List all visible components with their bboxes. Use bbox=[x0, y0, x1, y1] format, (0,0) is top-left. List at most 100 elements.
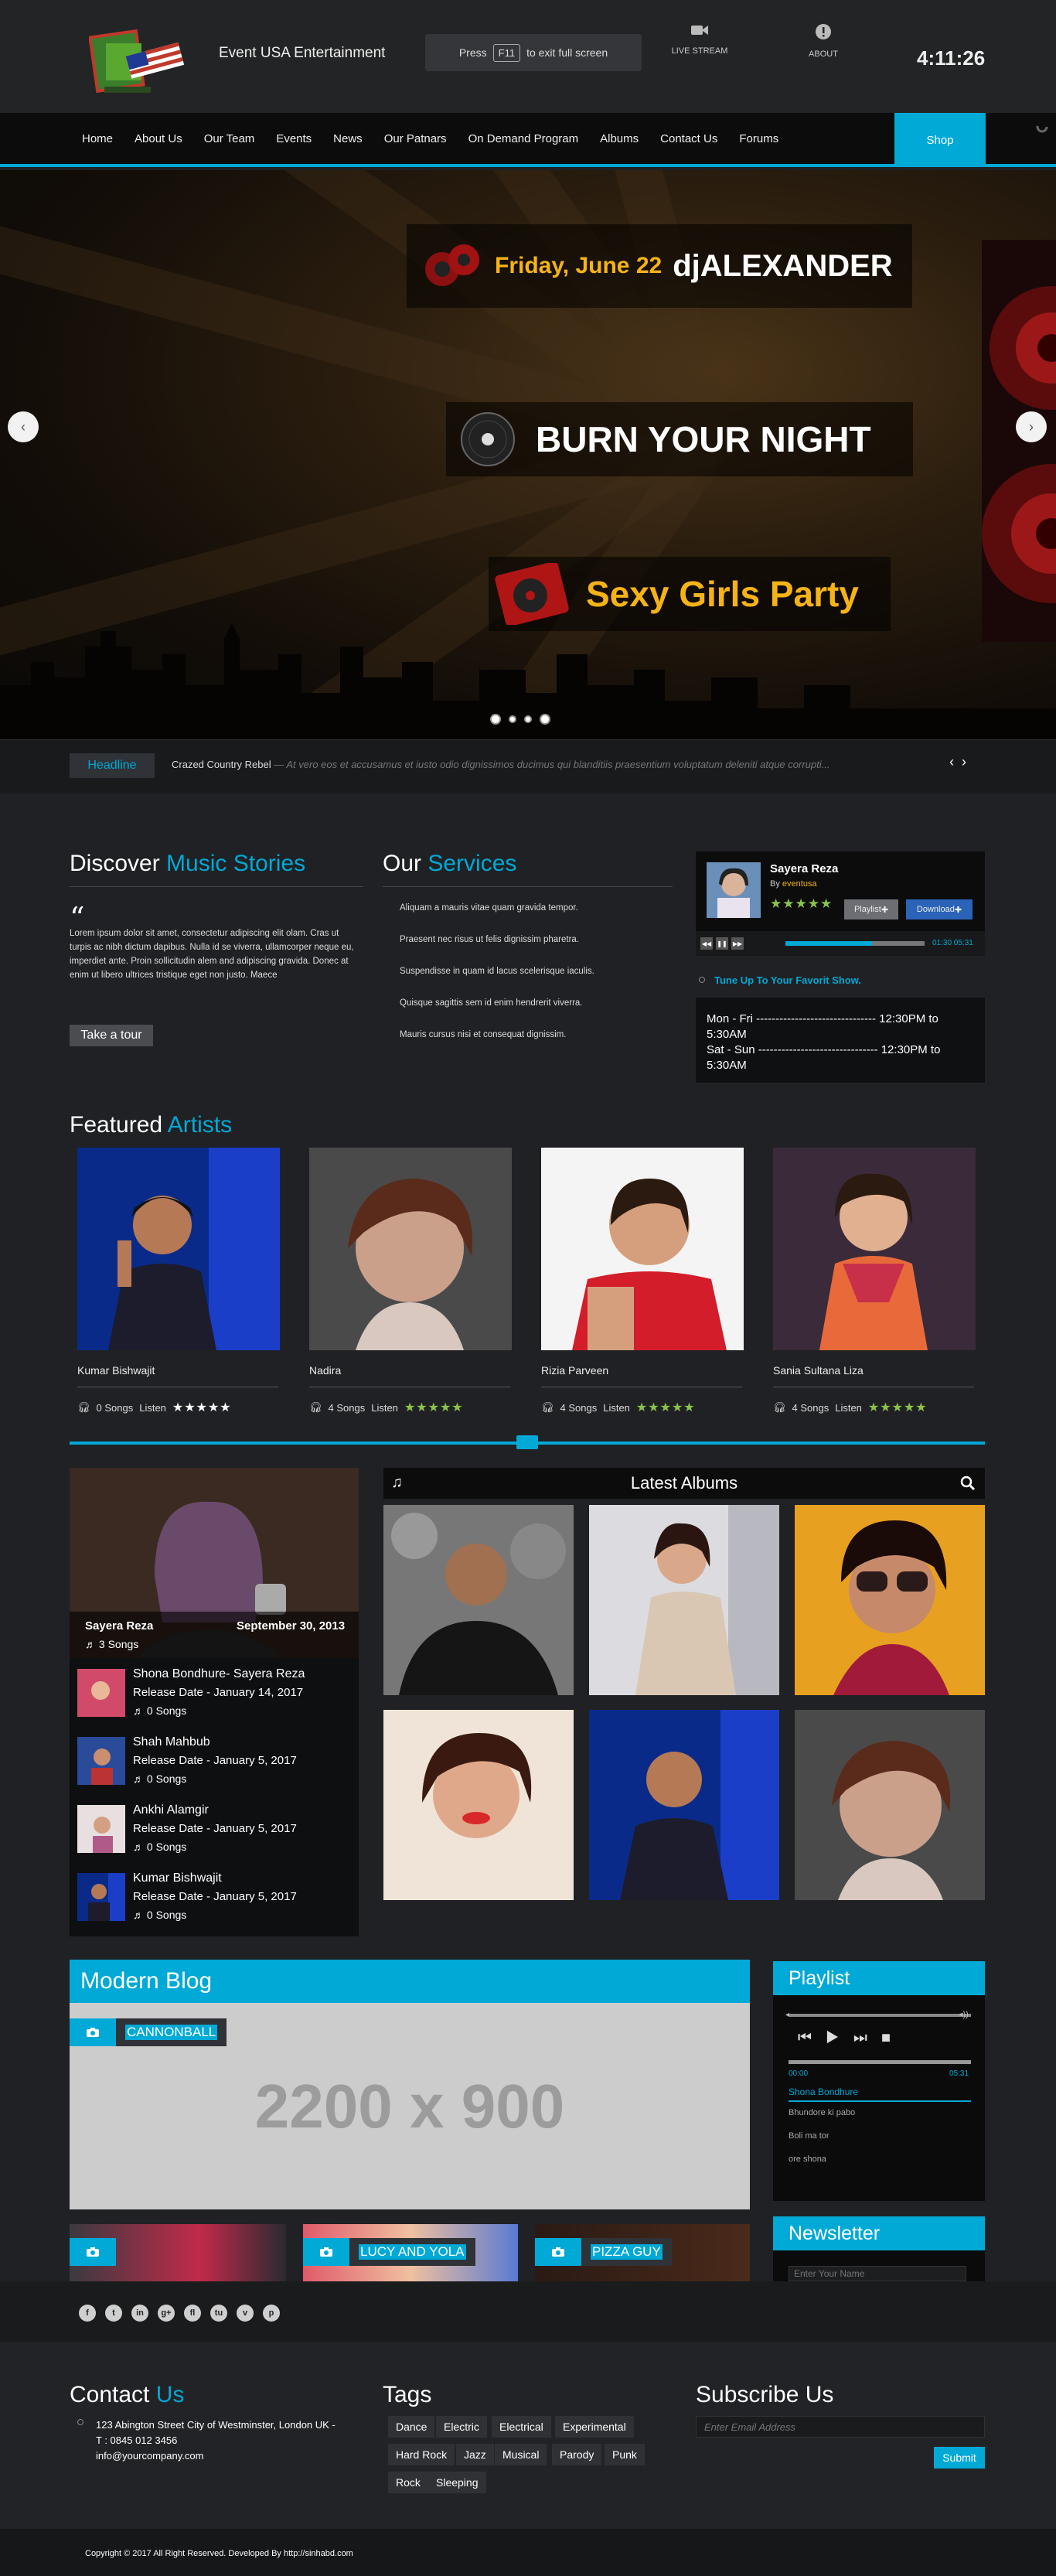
artist-name[interactable]: Kumar Bishwajit bbox=[77, 1364, 155, 1377]
twitter-icon[interactable]: t bbox=[105, 2305, 122, 2322]
song-title[interactable]: Shona Bondhure- Sayera Reza bbox=[133, 1667, 305, 1681]
slider-dot-4[interactable] bbox=[540, 714, 550, 725]
nav-item-home[interactable]: Home bbox=[82, 132, 113, 145]
artist-name[interactable]: Rizia Parveen bbox=[541, 1364, 608, 1377]
artist-meta: 🎧︎ 4 Songs Listen ★★★★★ bbox=[309, 1400, 464, 1415]
listen-link[interactable]: Listen bbox=[603, 1402, 630, 1414]
nav-item-events[interactable]: Events bbox=[276, 132, 312, 145]
playlist-track[interactable]: Bhundore ki pabo bbox=[789, 2108, 855, 2117]
tag[interactable]: Parody bbox=[552, 2444, 602, 2465]
blog-thumb[interactable] bbox=[70, 2224, 286, 2281]
ticker-arrows[interactable]: ‹› bbox=[949, 754, 974, 770]
song-title[interactable]: Kumar Bishwajit bbox=[133, 1871, 222, 1885]
player-user[interactable]: eventusa bbox=[782, 879, 817, 889]
album-cover[interactable] bbox=[795, 1710, 985, 1900]
pause-button[interactable]: ❚❚ bbox=[716, 937, 728, 950]
song-title[interactable]: Ankhi Alamgir bbox=[133, 1803, 209, 1817]
album-cover[interactable] bbox=[589, 1505, 779, 1695]
artist-photo[interactable] bbox=[77, 1148, 280, 1350]
tag[interactable]: Electric bbox=[436, 2416, 487, 2438]
take-tour-button[interactable]: Take a tour bbox=[70, 1025, 153, 1046]
contact-email[interactable]: info@yourcompany.com bbox=[96, 2448, 374, 2464]
listen-link[interactable]: Listen bbox=[371, 1402, 398, 1414]
volume-bar[interactable] bbox=[789, 2014, 971, 2017]
artists-h2: Artists bbox=[167, 1112, 233, 1138]
hero-slider: Friday, June 22 djALEXANDER BURN YOUR NI… bbox=[0, 170, 1056, 739]
song-title[interactable]: Shah Mahbub bbox=[133, 1735, 210, 1749]
facebook-icon[interactable]: f bbox=[79, 2305, 96, 2322]
playlist-track-active[interactable]: Shona Bondhure bbox=[789, 2086, 858, 2097]
playlist-button[interactable]: Playlist ✚ bbox=[844, 899, 898, 920]
services-h1: Our bbox=[383, 851, 422, 876]
tumblr-icon[interactable]: tu bbox=[210, 2305, 227, 2322]
artist-photo[interactable] bbox=[773, 1148, 976, 1350]
tag[interactable]: Dance bbox=[388, 2416, 435, 2438]
tag[interactable]: Musical bbox=[495, 2444, 547, 2465]
artist-photo[interactable] bbox=[309, 1148, 512, 1350]
tag[interactable]: Rock bbox=[388, 2472, 428, 2493]
slider-dot-2[interactable] bbox=[509, 715, 516, 723]
blog-thumb[interactable]: LUCY AND YOLA bbox=[303, 2224, 518, 2281]
shop-button[interactable]: Shop bbox=[894, 113, 986, 167]
list-item[interactable]: Ankhi Alamgir Release Date - January 5, … bbox=[77, 1799, 356, 1859]
tune-text[interactable]: Tune Up To Your Favorit Show. bbox=[714, 974, 861, 986]
search-icon[interactable] bbox=[960, 1476, 976, 1491]
forward-button[interactable]: ▶▶ bbox=[731, 937, 744, 950]
google-plus-icon[interactable]: g+ bbox=[158, 2305, 175, 2322]
about-button[interactable]: ABOUT bbox=[789, 23, 858, 59]
slider-dot-1[interactable] bbox=[490, 714, 501, 725]
headline-text[interactable]: Crazed Country Rebel — At vero eos et ac… bbox=[172, 759, 829, 770]
playlist-progress[interactable] bbox=[789, 2060, 971, 2064]
list-item[interactable]: Shona Bondhure- Sayera Reza Release Date… bbox=[77, 1663, 356, 1723]
nav-item-partners[interactable]: Our Patnars bbox=[384, 132, 447, 145]
list-item[interactable]: Shah Mahbub Release Date - January 5, 20… bbox=[77, 1731, 356, 1791]
vimeo-icon[interactable]: v bbox=[237, 2305, 254, 2322]
nav-item-albums[interactable]: Albums bbox=[600, 132, 639, 145]
slider-next-button[interactable]: › bbox=[1016, 411, 1047, 442]
listen-link[interactable]: Listen bbox=[139, 1402, 166, 1414]
slider-prev-button[interactable]: ‹ bbox=[8, 411, 39, 442]
blog-thumb[interactable]: PIZZA GUY bbox=[535, 2224, 750, 2281]
nav-item-contact[interactable]: Contact Us bbox=[660, 132, 717, 145]
site-logo[interactable] bbox=[89, 28, 188, 99]
nav-item-forums[interactable]: Forums bbox=[739, 132, 778, 145]
submit-button[interactable]: Submit bbox=[934, 2447, 985, 2469]
subscribe-email-input[interactable] bbox=[696, 2416, 985, 2438]
tag[interactable]: Electrical bbox=[492, 2416, 551, 2438]
listen-link[interactable]: Listen bbox=[835, 1402, 862, 1414]
linkedin-icon[interactable]: in bbox=[131, 2305, 148, 2322]
pinterest-icon[interactable]: p bbox=[263, 2305, 280, 2322]
tag[interactable]: Experimental bbox=[555, 2416, 634, 2438]
list-item[interactable]: Kumar Bishwajit Release Date - January 5… bbox=[77, 1867, 356, 1927]
tag[interactable]: Sleeping bbox=[428, 2472, 486, 2493]
album-cover[interactable] bbox=[589, 1710, 779, 1900]
nav-item-news[interactable]: News bbox=[333, 132, 363, 145]
copyright-text: Copyright © 2017 All Right Reserved. Dev… bbox=[85, 2549, 353, 2558]
tag[interactable]: Hard Rock bbox=[388, 2444, 455, 2465]
artist-photo[interactable] bbox=[541, 1148, 744, 1350]
album-cover[interactable] bbox=[383, 1710, 574, 1900]
services-list: Aliquam a mauris vitae quam gravida temp… bbox=[400, 903, 594, 1062]
playlist-controls[interactable]: ⏮▶⏭■ bbox=[798, 2029, 904, 2047]
nav-item-team[interactable]: Our Team bbox=[204, 132, 255, 145]
tag[interactable]: Punk bbox=[605, 2444, 645, 2465]
album-cover[interactable] bbox=[795, 1505, 985, 1695]
flickr-icon[interactable]: fl bbox=[184, 2305, 201, 2322]
tag[interactable]: Jazz bbox=[456, 2444, 494, 2465]
playlist-track[interactable]: Boli ma tor bbox=[789, 2131, 829, 2141]
artist-name[interactable]: Sania Sultana Liza bbox=[773, 1364, 864, 1377]
brand-name[interactable]: Event USA Entertainment bbox=[219, 45, 385, 62]
live-stream-button[interactable]: LIVE STREAM bbox=[665, 23, 734, 56]
album-cover[interactable] bbox=[383, 1505, 574, 1695]
playlist-track[interactable]: ore shona bbox=[789, 2155, 826, 2164]
song-count: ♬ 0 Songs bbox=[133, 1704, 187, 1717]
slider-dot-3[interactable] bbox=[524, 715, 532, 723]
player-progress[interactable] bbox=[785, 941, 925, 946]
newsletter-name-input[interactable] bbox=[789, 2266, 966, 2281]
download-button[interactable]: Download ✚ bbox=[906, 899, 973, 920]
rewind-button[interactable]: ◀◀ bbox=[700, 937, 713, 950]
nav-item-on-demand[interactable]: On Demand Program bbox=[468, 132, 579, 145]
artist-name[interactable]: Nadira bbox=[309, 1364, 341, 1377]
nav-item-about[interactable]: About Us bbox=[135, 132, 182, 145]
discover-text: Lorem ipsum dolor sit amet, consectetur … bbox=[70, 929, 354, 980]
